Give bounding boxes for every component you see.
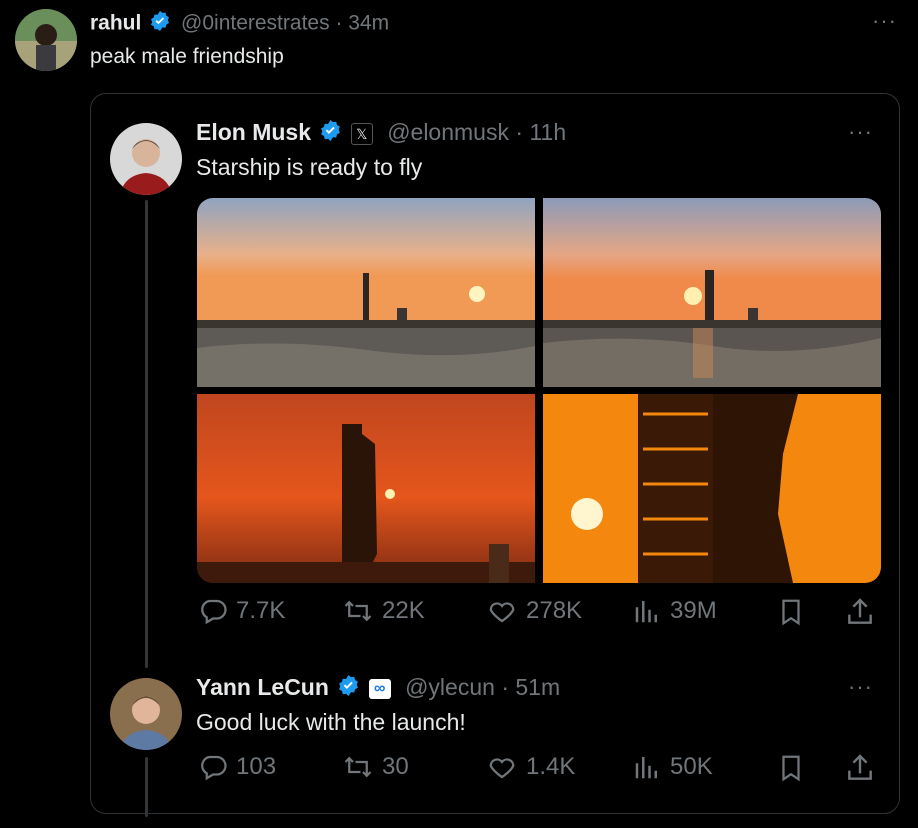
share-button[interactable]: [844, 596, 876, 628]
view-count: 50K: [670, 753, 713, 780]
share-icon: [844, 596, 876, 628]
thread-connector: [145, 200, 148, 668]
sunset-photo-2[interactable]: [543, 198, 881, 387]
x-affiliate-badge-icon: 𝕏: [350, 122, 373, 145]
analytics-icon: [632, 596, 662, 626]
bookmark-button[interactable]: [776, 752, 806, 784]
meta-affiliate-badge-icon: ∞: [368, 678, 391, 699]
display-name[interactable]: rahul: [90, 12, 141, 35]
thread-connector: [145, 757, 148, 817]
reply-count: 103: [236, 753, 277, 780]
display-name[interactable]: Yann LeCun: [196, 674, 329, 700]
like-count: 278K: [526, 597, 583, 624]
repost-icon: [342, 596, 374, 626]
more-options-icon[interactable]: ···: [848, 119, 873, 145]
repost-button[interactable]: 30: [342, 752, 409, 782]
repost-count: 22K: [382, 597, 425, 624]
bookmark-icon: [776, 752, 806, 784]
share-button[interactable]: [844, 752, 876, 784]
timestamp[interactable]: 34m: [348, 12, 389, 35]
views-button[interactable]: 50K: [632, 752, 713, 782]
separator: ·: [501, 674, 509, 700]
like-count: 1.4K: [526, 753, 576, 780]
avatar[interactable]: [15, 9, 77, 71]
reply-count: 7.7K: [236, 597, 286, 624]
more-options-icon[interactable]: ···: [848, 674, 873, 700]
tweet-text: Good luck with the launch!: [196, 709, 466, 735]
analytics-icon: [632, 752, 662, 782]
sunset-photo-3[interactable]: [197, 394, 535, 583]
reply-tweet-header: Yann LeCun ∞ @ylecun · 51m: [196, 674, 560, 703]
verified-badge-icon: [319, 119, 342, 148]
verified-badge-icon: [337, 674, 360, 703]
repost-count: 30: [382, 753, 409, 780]
media-grid: [197, 198, 881, 583]
bookmark-icon: [776, 596, 806, 628]
timestamp[interactable]: 51m: [515, 674, 560, 700]
like-button[interactable]: 278K: [486, 596, 582, 626]
share-icon: [844, 752, 876, 784]
more-options-icon[interactable]: ···: [872, 8, 897, 34]
avatar[interactable]: [110, 123, 182, 195]
sunset-photo-1[interactable]: [197, 198, 535, 387]
reply-icon: [198, 752, 228, 782]
heart-icon: [486, 752, 518, 782]
tweet-text: Starship is ready to fly: [196, 154, 423, 180]
reply-button[interactable]: 7.7K: [198, 596, 285, 626]
repost-button[interactable]: 22K: [342, 596, 425, 626]
reply-icon: [198, 596, 228, 626]
bookmark-button[interactable]: [776, 596, 806, 628]
view-count: 39M: [670, 597, 717, 624]
avatar[interactable]: [110, 678, 182, 750]
handle[interactable]: @ylecun: [405, 674, 495, 700]
like-button[interactable]: 1.4K: [486, 752, 575, 782]
outer-tweet-header: rahul @0interestrates · 34m: [90, 10, 389, 38]
repost-icon: [342, 752, 374, 782]
tweet-text: peak male friendship: [90, 45, 284, 68]
handle[interactable]: @elonmusk: [387, 119, 509, 145]
separator: ·: [335, 11, 343, 35]
sunset-photo-4[interactable]: [543, 394, 881, 583]
reply-button[interactable]: 103: [198, 752, 276, 782]
timestamp[interactable]: 11h: [529, 119, 566, 145]
views-button[interactable]: 39M: [632, 596, 717, 626]
verified-badge-icon: [149, 10, 171, 38]
quoted-tweet-header: Elon Musk 𝕏 @elonmusk · 11h: [196, 119, 566, 148]
separator: ·: [515, 119, 524, 145]
display-name[interactable]: Elon Musk: [196, 119, 311, 145]
heart-icon: [486, 596, 518, 626]
handle[interactable]: @0interestrates: [181, 12, 330, 35]
